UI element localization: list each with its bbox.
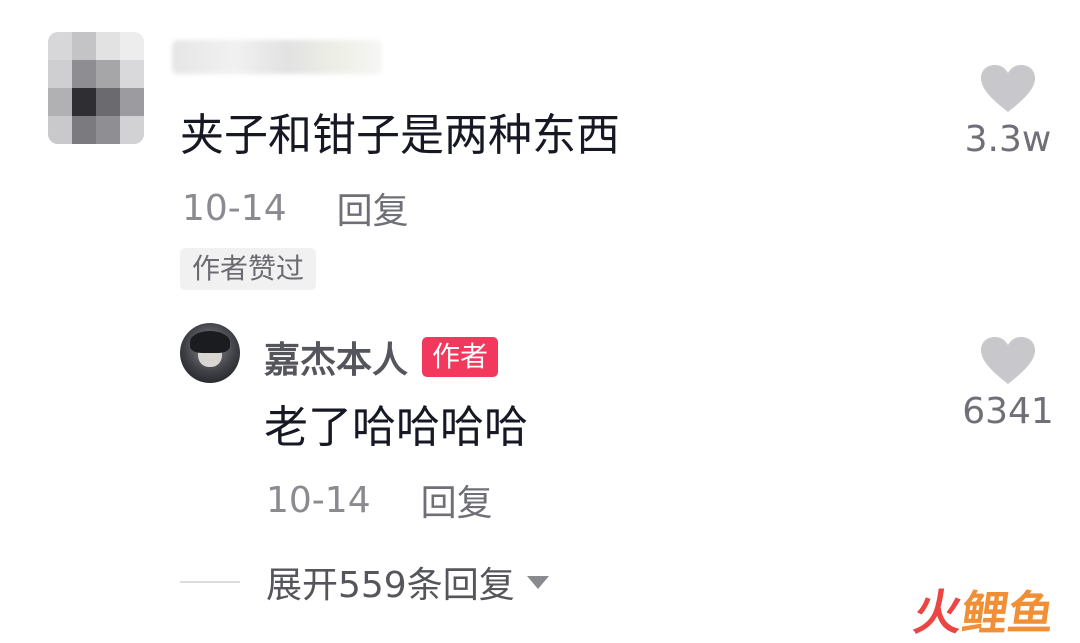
reply-header: 嘉杰本人 作者 <box>264 331 499 383</box>
watermark-text-fire: 火 <box>910 585 966 641</box>
reply-avatar[interactable] <box>180 323 240 383</box>
commenter-avatar[interactable] <box>48 32 144 144</box>
heart-icon[interactable] <box>980 64 1036 114</box>
expand-replies-label[interactable]: 展开559条回复 <box>266 556 515 608</box>
reply-like-count: 6341 <box>962 391 1054 432</box>
watermark-logo: 火 鲤鱼 <box>910 585 1058 641</box>
reply-reply-button[interactable]: 回复 <box>421 474 493 526</box>
author-badge: 作者 <box>422 337 499 377</box>
comment-date: 10-14 <box>182 187 287 229</box>
heart-icon[interactable] <box>980 336 1036 386</box>
reply-date: 10-14 <box>266 479 371 521</box>
author-liked-badge: 作者赞过 <box>180 248 317 290</box>
comment-reply-button[interactable]: 回复 <box>337 182 409 234</box>
commenter-username-blurred[interactable] <box>172 40 382 74</box>
watermark-text-fish: 鲤鱼 <box>958 586 1058 640</box>
reply-like-button[interactable]: 6341 <box>948 336 1068 434</box>
reply-username[interactable]: 嘉杰本人 <box>264 331 408 383</box>
comment-meta: 10-14 回复 <box>182 182 409 234</box>
comment-like-button[interactable]: 3.3w <box>948 64 1068 162</box>
expand-replies-button[interactable]: 展开559条回复 <box>180 558 549 606</box>
caret-down-icon[interactable] <box>526 575 549 589</box>
comment-text: 夹子和钳子是两种东西 <box>180 110 620 161</box>
divider-line <box>180 581 240 583</box>
reply-text: 老了哈哈哈哈 <box>264 402 528 453</box>
comment-like-count: 3.3w <box>964 119 1052 160</box>
reply-meta: 10-14 回复 <box>266 474 493 526</box>
